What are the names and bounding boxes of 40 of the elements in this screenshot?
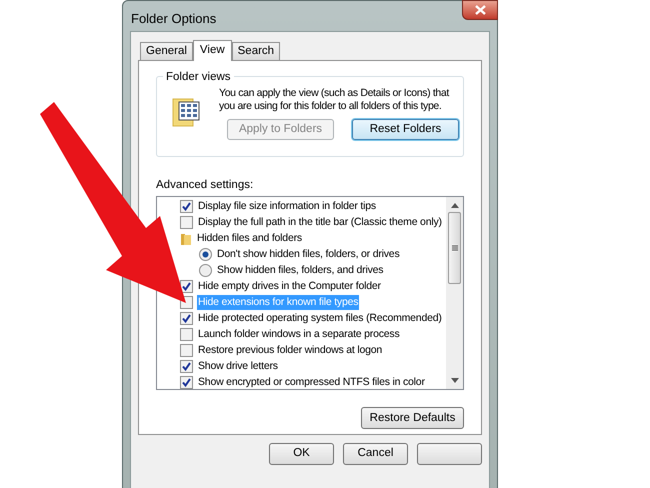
checkbox[interactable] xyxy=(180,328,193,341)
checkbox[interactable] xyxy=(180,344,193,357)
setting-label[interactable]: Display file size information in folder tips xyxy=(197,198,377,214)
group-description: You can apply the view (such as Details or Icons) that you are using for this folder to all folders of this type. xyxy=(219,87,450,113)
setting-label[interactable]: Display the full path in the title bar (Classic theme only) xyxy=(197,214,443,230)
close-icon xyxy=(474,5,486,15)
setting-label[interactable]: Show hidden files, folders, and drives xyxy=(216,262,384,278)
setting-label[interactable]: Show drive letters xyxy=(197,358,279,374)
advanced-settings-label: Advanced settings: xyxy=(156,178,254,193)
setting-label[interactable]: Hide empty drives in the Computer folder xyxy=(197,278,382,294)
checkbox[interactable] xyxy=(180,200,193,213)
scrollbar[interactable] xyxy=(446,197,463,390)
dialog-button[interactable] xyxy=(417,443,482,465)
setting-label[interactable]: Hidden files and folders xyxy=(196,230,303,246)
scroll-down-icon[interactable] xyxy=(450,378,458,384)
scroll-thumb[interactable] xyxy=(448,212,461,284)
window-title: Folder Options xyxy=(131,10,216,28)
checkbox[interactable] xyxy=(180,280,193,293)
restore-defaults-button[interactable]: Restore Defaults xyxy=(361,407,464,430)
checkbox[interactable] xyxy=(180,360,193,373)
scroll-up-icon[interactable] xyxy=(450,203,458,208)
tab[interactable]: General xyxy=(140,42,193,60)
setting-label[interactable]: Hide protected operating system files (Recommended) xyxy=(197,310,443,326)
setting-label[interactable]: Don't show hidden files, folders, or drives xyxy=(216,246,400,262)
tab[interactable]: Search xyxy=(232,42,280,60)
radio-button[interactable] xyxy=(199,248,212,261)
setting-label[interactable]: Show encrypted or compressed NTFS files in color xyxy=(197,374,426,390)
grip-icon xyxy=(452,245,458,252)
folder-icon xyxy=(180,232,192,245)
tab[interactable]: View xyxy=(192,40,232,61)
dialog-button[interactable]: OK xyxy=(269,443,334,465)
close-button[interactable] xyxy=(462,0,498,20)
radio-button[interactable] xyxy=(199,264,212,277)
folder-button[interactable]: Reset Folders xyxy=(352,119,459,140)
checkbox[interactable] xyxy=(180,312,193,325)
checkbox[interactable] xyxy=(180,376,193,389)
dialog-button[interactable]: Cancel xyxy=(343,443,408,465)
setting-label[interactable]: Launch folder windows in a separate process xyxy=(197,326,401,342)
setting-label[interactable]: Restore previous folder windows at logon xyxy=(197,342,384,358)
checkbox[interactable] xyxy=(180,216,193,229)
